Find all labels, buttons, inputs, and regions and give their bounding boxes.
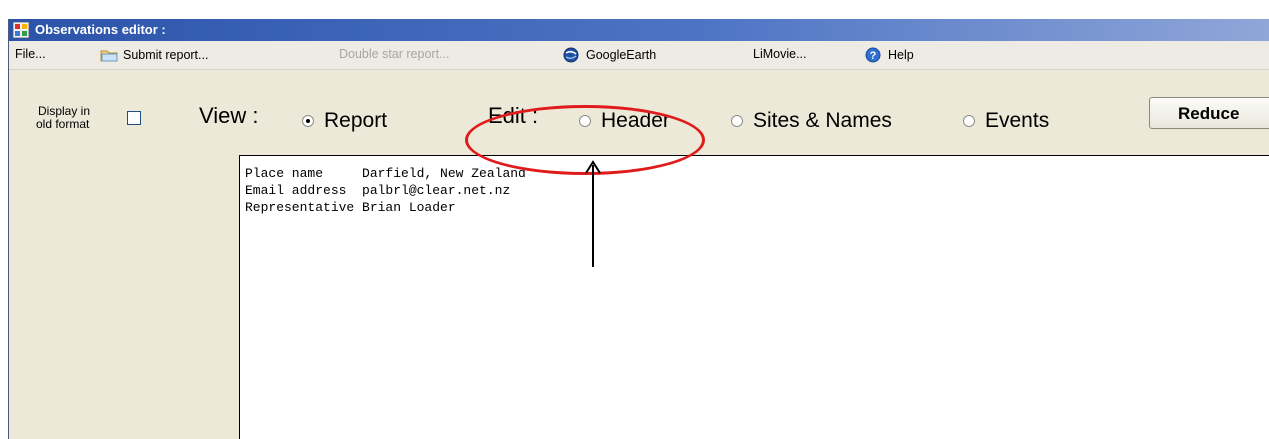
app-icon — [13, 22, 29, 38]
display-old-format-label-line2: old format — [36, 117, 90, 131]
svg-text:?: ? — [870, 50, 877, 62]
menu-double-star-report[interactable]: Double star report... — [339, 47, 449, 61]
help-icon: ? — [865, 47, 881, 63]
radio-edit-header[interactable]: Header — [579, 109, 670, 133]
menu-submit-report-label: Submit report... — [123, 48, 209, 62]
window-title: Observations editor : — [35, 22, 166, 37]
radio-events-indicator[interactable] — [963, 115, 975, 127]
menu-google-earth-label: GoogleEarth — [586, 48, 657, 62]
report-text-area[interactable]: Place name Darfield, New Zealand Email a… — [239, 155, 1269, 439]
folder-icon — [100, 50, 118, 62]
reduce-button[interactable]: Reduce — [1149, 97, 1269, 129]
menu-limovie-label: LiMovie... — [753, 47, 807, 61]
radio-header-label: Header — [601, 109, 670, 132]
view-label: View : — [199, 103, 259, 128]
radio-edit-events[interactable]: Events — [963, 109, 1049, 133]
menu-double-star-report-label: Double star report... — [339, 47, 450, 61]
radio-sites-names-indicator[interactable] — [731, 115, 743, 127]
menu-submit-report[interactable]: Submit report... — [100, 47, 208, 63]
menu-help[interactable]: ? Help — [865, 47, 914, 63]
radio-sites-names-label: Sites & Names — [753, 109, 892, 132]
menu-help-label: Help — [888, 48, 914, 62]
title-bar: Observations editor : — [9, 19, 1269, 41]
display-old-format-label-line1: Display in — [38, 104, 91, 118]
edit-label: Edit : — [488, 103, 539, 128]
menu-file-label: File... — [15, 47, 46, 61]
menu-limovie[interactable]: LiMovie... — [753, 47, 807, 61]
report-line-representative: Representative Brian Loader — [245, 200, 456, 215]
radio-header-indicator[interactable] — [579, 115, 591, 127]
radio-events-label: Events — [985, 109, 1050, 132]
menu-file[interactable]: File... — [15, 47, 46, 61]
radio-view-report[interactable]: Report — [302, 109, 387, 133]
display-old-format-checkbox[interactable] — [127, 111, 141, 125]
radio-edit-sites-names[interactable]: Sites & Names — [731, 109, 892, 133]
radio-report-indicator[interactable] — [302, 115, 314, 127]
radio-report-label: Report — [324, 109, 388, 132]
globe-icon — [563, 47, 579, 63]
observations-editor-window: Observations editor : File... Submit rep… — [8, 19, 1269, 439]
menu-bar: File... Submit report... Double star rep… — [9, 41, 1269, 70]
report-line-email-address: Email address palbrl@clear.net.nz — [245, 183, 511, 198]
menu-google-earth[interactable]: GoogleEarth — [563, 47, 656, 63]
report-line-place-name: Place name Darfield, New Zealand — [245, 166, 526, 181]
